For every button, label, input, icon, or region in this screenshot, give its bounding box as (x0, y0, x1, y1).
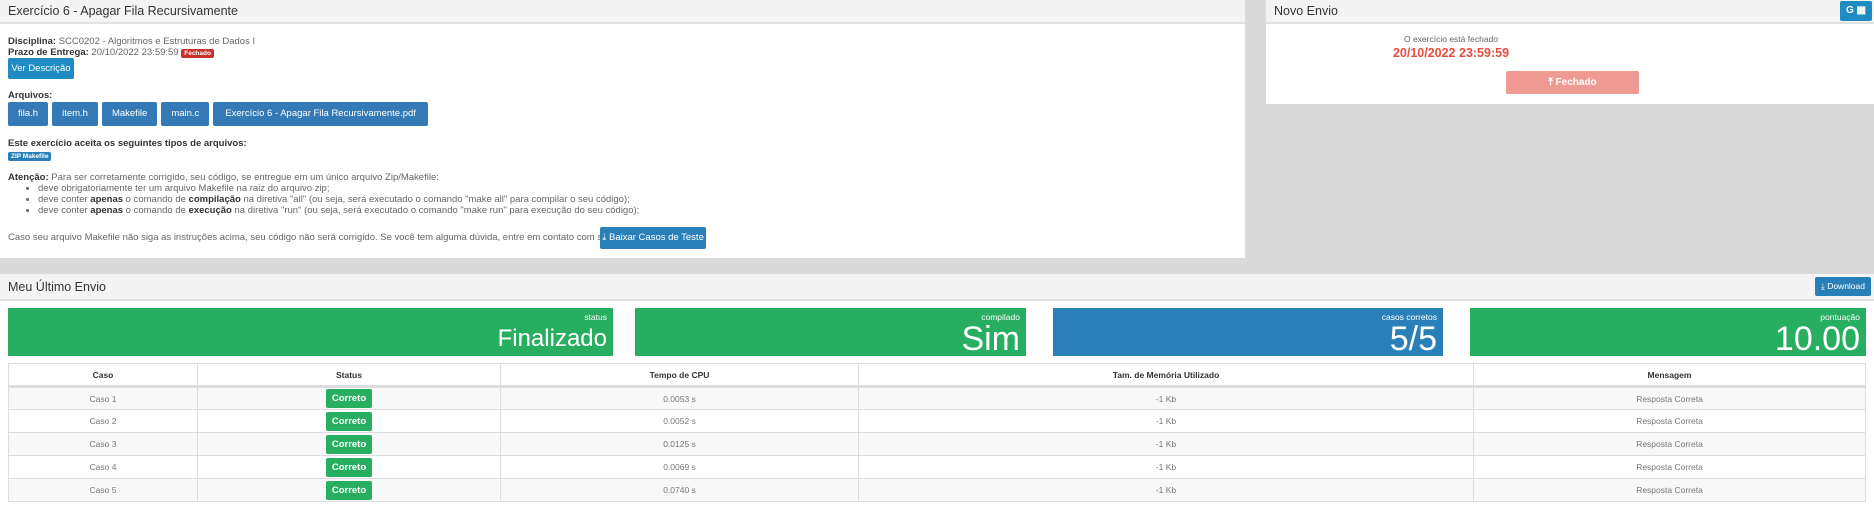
calendar-button[interactable]: G ▦ (1839, 1, 1872, 21)
table-cell: 0.0052 s (500, 409, 859, 433)
column-header: Mensagem (1473, 363, 1866, 388)
table-row: Caso 3 Correto 0.0125 s -1 Kb Resposta Corre… (8, 432, 1866, 456)
table-row: Caso 5 Correto 0.0740 s -1 Kb Resposta Corre… (8, 478, 1866, 502)
attention-text: Para ser corretamente corrigido, seu cód… (51, 172, 439, 183)
discipline-value: SCC0202 - Algoritmos e Estruturas de Dad… (58, 36, 256, 47)
exercise-panel: Exercício 6 - Apagar Fila Recursivamente… (0, 0, 1245, 258)
table-cell: 0.0740 s (500, 478, 859, 502)
file-button-item-h[interactable]: item.h (52, 102, 98, 126)
table-cell: Resposta Correta (1473, 455, 1866, 479)
status-cell: Correto (197, 455, 501, 479)
status-badge: Correto (325, 457, 373, 477)
rule-item: deve conter apenas o comando de compilaç… (38, 194, 1237, 205)
accepts-label: Este exercício aceita os seguintes tipos… (8, 138, 247, 149)
column-header: Tam. de Memória Utilizado (858, 363, 1474, 388)
table-cell: 0.0053 s (500, 386, 859, 410)
table-row: Caso 1 Correto 0.0053 s -1 Kb Resposta Corre… (8, 386, 1866, 410)
table-cell: Caso 1 (8, 386, 198, 410)
last-submission-title: Meu Último Envio (8, 280, 106, 294)
status-badge: Correto (325, 389, 373, 408)
deadline-value: 20/10/2022 23:59:59 (91, 47, 179, 58)
file-button-main-c[interactable]: main.c (161, 102, 210, 126)
table-cell: Caso 4 (8, 455, 198, 479)
new-submission-title: Novo Envio (1274, 4, 1338, 18)
table-cell: 0.0069 s (500, 455, 859, 479)
results-table: Caso Status Tempo de CPU Tam. de Memória… (8, 363, 1866, 502)
table-cell: Resposta Correta (1473, 409, 1866, 433)
accepted-type-badge: ZIP Makefile (8, 152, 52, 161)
table-cell: 0.0125 s (500, 432, 859, 456)
file-button-pdf[interactable]: Exercício 6 - Apagar Fila Recursivamente… (213, 102, 428, 126)
download-icon: ⤓ (1821, 281, 1825, 291)
column-header: Status (197, 363, 501, 388)
table-cell: Caso 3 (8, 432, 198, 456)
column-header: Tempo de CPU (500, 363, 859, 388)
deadline-label: Prazo de Entrega: (8, 47, 89, 58)
status-cell: Correto (197, 478, 501, 502)
rule-item: deve obrigatoriamente ter um arquivo Mak… (38, 183, 1237, 194)
closed-upload-button[interactable]: ⤒ Fechado (1506, 71, 1639, 94)
table-cell: -1 Kb (858, 455, 1474, 479)
download-button[interactable]: ⤓ Download (1815, 277, 1871, 296)
exercise-title: Exercício 6 - Apagar Fila Recursivamente (0, 0, 1245, 24)
new-submission-panel: Novo Envio G ▦ O exercício está fechado … (1266, 0, 1874, 104)
last-submission-panel: Meu Último Envio ⤓ Download status Finali… (0, 274, 1874, 525)
correct-cases-card: casos corretos 5/5 (1053, 308, 1443, 356)
file-button-makefile[interactable]: Makefile (101, 102, 158, 126)
table-cell: -1 Kb (858, 386, 1474, 410)
table-cell: Caso 2 (8, 409, 198, 433)
status-badge: Correto (325, 411, 373, 431)
table-cell: -1 Kb (858, 478, 1474, 502)
closed-deadline: 20/10/2022 23:59:59 (1392, 46, 1510, 60)
status-badge: Correto (325, 434, 373, 454)
file-button-fila-h[interactable]: fila.h (8, 102, 49, 126)
table-cell: -1 Kb (858, 432, 1474, 456)
status-cell: Correto (197, 432, 501, 456)
table-cell: Resposta Correta (1473, 432, 1866, 456)
file-list: fila.h item.h Makefile main.c Exercício … (8, 102, 1237, 126)
files-label: Arquivos: (8, 90, 53, 101)
status-cell: Correto (197, 386, 501, 410)
table-row: Caso 4 Correto 0.0069 s -1 Kb Resposta Corre… (8, 455, 1866, 479)
rule-item: deve conter apenas o comando de execução… (38, 205, 1237, 216)
score-card: pontuação 10.00 (1470, 308, 1866, 356)
column-header: Caso (8, 363, 198, 388)
download-icon: ⤓ (602, 232, 607, 243)
upload-icon: ⤒ (1548, 77, 1553, 88)
status-cell: Correto (197, 409, 501, 433)
table-row: Caso 2 Correto 0.0052 s -1 Kb Resposta Corre… (8, 409, 1866, 433)
calendar-icon: ▦ (1856, 5, 1866, 16)
attention-label: Atenção: (8, 172, 49, 183)
compiled-card: compilado Sim (635, 308, 1026, 356)
status-card: status Finalizado (8, 308, 613, 356)
download-tests-button[interactable]: ⤓ Baixar Casos de Teste (600, 227, 706, 249)
table-cell: -1 Kb (858, 409, 1474, 433)
closed-text: O exercício está fechado (1403, 34, 1499, 44)
table-cell: Resposta Correta (1473, 478, 1866, 502)
closed-badge: Fechado (181, 49, 214, 58)
view-description-button[interactable]: Ver Descrição (8, 58, 74, 79)
status-badge: Correto (325, 480, 373, 500)
table-cell: Caso 5 (8, 478, 198, 502)
discipline-label: Disciplina: (8, 36, 57, 47)
table-cell: Resposta Correta (1473, 386, 1866, 410)
